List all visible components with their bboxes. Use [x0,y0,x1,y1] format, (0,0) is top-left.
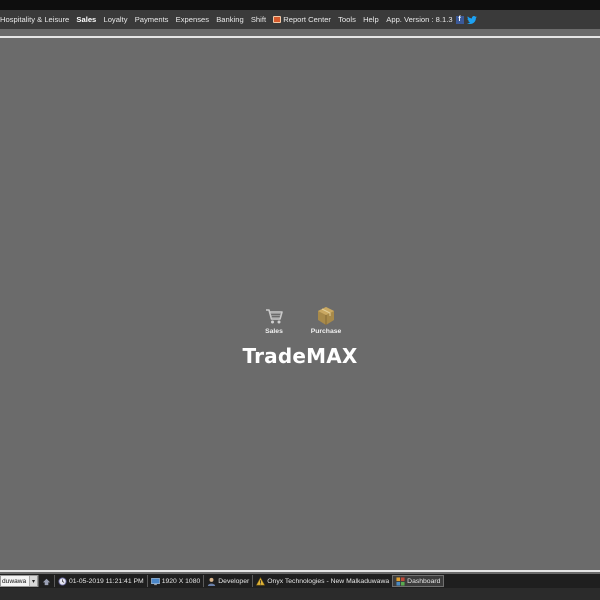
status-sync[interactable] [38,575,54,587]
status-user: Developer [203,575,252,587]
main-menu-bar: Hospitality & Leisure Sales Loyalty Paym… [0,10,600,29]
module-purchase[interactable]: Purchase [306,306,346,335]
status-bar: duwawa ▾ 01-05-2019 11:21:41 PM 1920 X 1… [0,574,600,588]
dashboard-icon [396,576,405,586]
menu-spacer [0,29,600,36]
location-select-value: duwawa [2,577,27,585]
sync-icon [42,578,51,585]
social-links: f [455,15,477,24]
module-launcher: Sales Purchase [0,306,600,335]
module-sales-label: Sales [265,328,283,335]
status-datetime: 01-05-2019 11:21:41 PM [54,575,147,587]
tab-dashboard-label: Dashboard [407,577,441,585]
menu-help[interactable]: Help [359,15,382,24]
window-bottom-strip [0,588,600,600]
top-divider [0,36,600,38]
menu-banking[interactable]: Banking [213,15,248,24]
module-purchase-label: Purchase [310,328,342,335]
status-company: Onyx Technologies - New Malkaduwawa [252,575,392,587]
status-resolution: 1920 X 1080 [146,575,204,587]
monitor-icon [150,577,160,585]
status-company-text: Onyx Technologies - New Malkaduwawa [267,577,390,585]
menu-tools[interactable]: Tools [335,15,360,24]
menu-expenses[interactable]: Expenses [172,15,213,24]
menu-loyalty[interactable]: Loyalty [100,15,131,24]
module-sales[interactable]: Sales [254,306,294,335]
app-version: App. Version : 8.1.3 [386,15,453,24]
facebook-icon[interactable]: f [455,15,464,24]
window-top-strip [0,0,600,10]
warning-icon [256,576,266,585]
menu-shift[interactable]: Shift [247,15,269,24]
report-center-icon [273,16,282,23]
app-title: TradeMAX [242,344,358,368]
chevron-down-icon[interactable]: ▾ [29,576,37,586]
status-datetime-text: 01-05-2019 11:21:41 PM [69,577,144,585]
menu-report-center[interactable]: Report Center [270,15,335,24]
menu-hospitality-leisure[interactable]: Hospitality & Leisure [0,15,73,24]
tab-dashboard[interactable]: Dashboard [392,575,445,587]
menu-payments[interactable]: Payments [131,15,172,24]
cart-icon [266,309,283,324]
package-icon [318,307,334,325]
twitter-icon[interactable] [466,15,477,24]
status-user-text: Developer [218,577,250,585]
status-resolution-text: 1920 X 1080 [161,577,201,585]
menu-report-center-label: Report Center [283,15,331,24]
clock-icon [58,576,67,586]
location-select[interactable]: duwawa ▾ [0,575,38,587]
user-icon [208,577,216,586]
menu-sales[interactable]: Sales [73,15,100,24]
